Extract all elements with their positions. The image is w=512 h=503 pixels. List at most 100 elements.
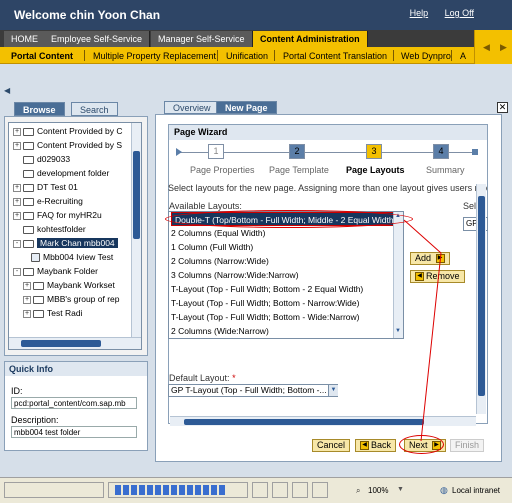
page-wizard-title: Page Wizard xyxy=(169,125,487,140)
wizard-step-1-label: Page Properties xyxy=(190,165,255,175)
layout-option[interactable]: T-Layout (Top - Full Width; Bottom - 2 E… xyxy=(171,282,363,296)
layout-option[interactable]: 2 Columns (Wide:Narrow) xyxy=(171,324,269,338)
tab-browse[interactable]: Browse xyxy=(14,102,65,116)
folder-icon xyxy=(23,183,34,192)
subnav-divider xyxy=(217,50,218,61)
wizard-step-3: 3 xyxy=(366,144,382,159)
scroll-right-icon[interactable]: ▶ xyxy=(500,42,507,53)
subnav-more[interactable]: A xyxy=(455,49,471,63)
layout-option[interactable]: 3 Columns (Narrow:Wide:Narrow) xyxy=(171,268,299,282)
sub-navigation: Portal Content Multiple Property Replace… xyxy=(0,47,512,64)
expand-icon[interactable]: + xyxy=(23,281,31,290)
layouts-scrollbar[interactable]: ▲ ▼ xyxy=(393,212,403,338)
subnav-divider xyxy=(393,50,394,61)
annotation-arrow xyxy=(403,219,442,442)
layout-option[interactable]: T-Layout (Top - Full Width; Bottom - Nar… xyxy=(171,296,359,310)
nav-tab-content-administration[interactable]: Content Administration xyxy=(253,31,368,47)
scrollbar-thumb[interactable] xyxy=(133,151,140,239)
subnav-portal-content[interactable]: Portal Content xyxy=(6,49,78,63)
chevron-down-icon[interactable]: ▼ xyxy=(328,385,338,396)
wizard-step-4: 4 xyxy=(433,144,449,159)
progress-start-icon xyxy=(176,148,182,156)
description-field[interactable]: mbb004 test folder xyxy=(11,426,137,438)
folder-icon xyxy=(33,309,44,318)
scroll-down-icon[interactable]: ▼ xyxy=(395,328,401,334)
browser-status-bar: ⌕ 100% ▼ ◍ Local intranet xyxy=(0,477,512,503)
tree-item[interactable]: Mbb004 Iview Test xyxy=(31,251,113,264)
collapse-icon[interactable]: - xyxy=(13,239,21,248)
wizard-step-1: 1 xyxy=(208,144,224,159)
tab-overview[interactable]: Overview xyxy=(164,101,220,114)
layout-option[interactable]: 1 Column (Full Width) xyxy=(171,240,253,254)
subnav-divider xyxy=(451,50,452,61)
layout-option[interactable]: 2 Columns (Narrow:Wide) xyxy=(171,254,269,268)
collapse-icon[interactable]: - xyxy=(13,267,21,276)
back-button[interactable]: ◀ Back xyxy=(355,439,397,452)
scrollbar-thumb[interactable] xyxy=(478,196,485,396)
help-link[interactable]: Help xyxy=(410,8,429,18)
expand-icon[interactable]: + xyxy=(13,127,21,136)
cancel-button[interactable]: Cancel xyxy=(312,439,351,452)
finish-button[interactable]: Finish xyxy=(450,439,485,452)
tree-item[interactable]: + Content Provided by S xyxy=(13,139,122,152)
scrollbar-thumb[interactable] xyxy=(184,419,424,425)
zoom-icon[interactable]: ⌕ xyxy=(356,486,360,496)
layout-option[interactable]: T-Layout (Top - Full Width; Bottom - Wid… xyxy=(171,310,359,324)
main-tabs: Overview New Page xyxy=(164,101,364,114)
folder-icon xyxy=(33,295,44,304)
collapse-panel-icon[interactable]: ◀ xyxy=(4,86,12,96)
tab-new-page[interactable]: New Page xyxy=(216,101,277,114)
nav-tab-employee-self-service[interactable]: Employee Self-Service xyxy=(44,31,151,47)
chevron-down-icon[interactable]: ▼ xyxy=(397,486,404,493)
tree-item[interactable]: + Content Provided by C xyxy=(13,125,123,138)
scrollbar-thumb[interactable] xyxy=(21,340,101,347)
expand-icon[interactable]: + xyxy=(13,197,21,206)
default-layout-select[interactable]: GP T-Layout (Top - Full Width; Bottom -.… xyxy=(168,384,338,397)
scroll-left-icon[interactable]: ◀ xyxy=(483,42,490,53)
wizard-step-4-label: Summary xyxy=(426,165,465,175)
tree-item[interactable]: - Maybank Folder xyxy=(13,265,98,278)
available-layouts-list[interactable]: Double-T (Top/Bottom - Full Width; Middl… xyxy=(168,211,404,339)
wizard-step-2-label: Page Template xyxy=(269,165,329,175)
wizard-step-3-label: Page Layouts xyxy=(346,165,405,175)
tab-search[interactable]: Search xyxy=(71,102,118,116)
globe-icon: ◍ xyxy=(440,485,448,495)
zoom-level[interactable]: 100% xyxy=(368,486,388,495)
subnav-multiple-property-replacement[interactable]: Multiple Property Replacement xyxy=(88,49,221,63)
nav-tab-home[interactable]: HOME xyxy=(4,31,46,47)
folder-icon xyxy=(23,239,34,248)
tree-item[interactable]: + Test Radi xyxy=(23,307,82,320)
top-navigation: HOME Employee Self-Service Manager Self-… xyxy=(0,30,512,47)
tree-item[interactable]: + e-Recruiting xyxy=(13,195,83,208)
welcome-text: Welcome chin Yoon Chan xyxy=(14,8,161,22)
logoff-link[interactable]: Log Off xyxy=(445,8,474,18)
subnav-divider xyxy=(274,50,275,61)
header-links: Help Log Off xyxy=(396,8,474,18)
tree-item[interactable]: development folder xyxy=(23,167,109,180)
tree-item[interactable]: + FAQ for myHR2u xyxy=(13,209,102,222)
tree-horizontal-scrollbar[interactable] xyxy=(9,337,141,349)
id-field[interactable]: pcd:portal_content/com.sap.mb xyxy=(11,397,137,409)
layout-option[interactable]: 2 Columns (Equal Width) xyxy=(171,226,265,240)
security-zone: Local intranet xyxy=(452,486,501,495)
expand-icon[interactable]: + xyxy=(23,309,31,318)
expand-icon[interactable]: + xyxy=(13,183,21,192)
subnav-unification[interactable]: Unification xyxy=(221,49,273,63)
tree-item[interactable]: + DT Test 01 xyxy=(13,181,78,194)
subnav-web-dynpro[interactable]: Web Dynpro xyxy=(396,49,456,63)
nav-tab-manager-self-service[interactable]: Manager Self-Service xyxy=(151,31,253,47)
tree-item-selected[interactable]: - Mark Chan mbb004 xyxy=(13,237,118,250)
wizard-vertical-scrollbar[interactable] xyxy=(476,184,486,414)
tree-item[interactable]: kohtestfolder xyxy=(23,223,86,236)
tree-item[interactable]: d029033 xyxy=(23,153,70,166)
expand-icon[interactable]: + xyxy=(23,295,31,304)
close-icon[interactable]: ✕ xyxy=(497,102,508,113)
subnav-portal-content-translation[interactable]: Portal Content Translation xyxy=(278,49,392,63)
tree-vertical-scrollbar[interactable] xyxy=(131,123,141,337)
subnav-divider xyxy=(84,50,85,61)
expand-icon[interactable]: + xyxy=(13,141,21,150)
tree-item[interactable]: + MBB's group of rep xyxy=(23,293,120,306)
expand-icon[interactable]: + xyxy=(13,211,21,220)
quick-info-panel: Quick Info ID: pcd:portal_content/com.sa… xyxy=(4,361,148,451)
tree-item[interactable]: + Maybank Workset xyxy=(23,279,115,292)
